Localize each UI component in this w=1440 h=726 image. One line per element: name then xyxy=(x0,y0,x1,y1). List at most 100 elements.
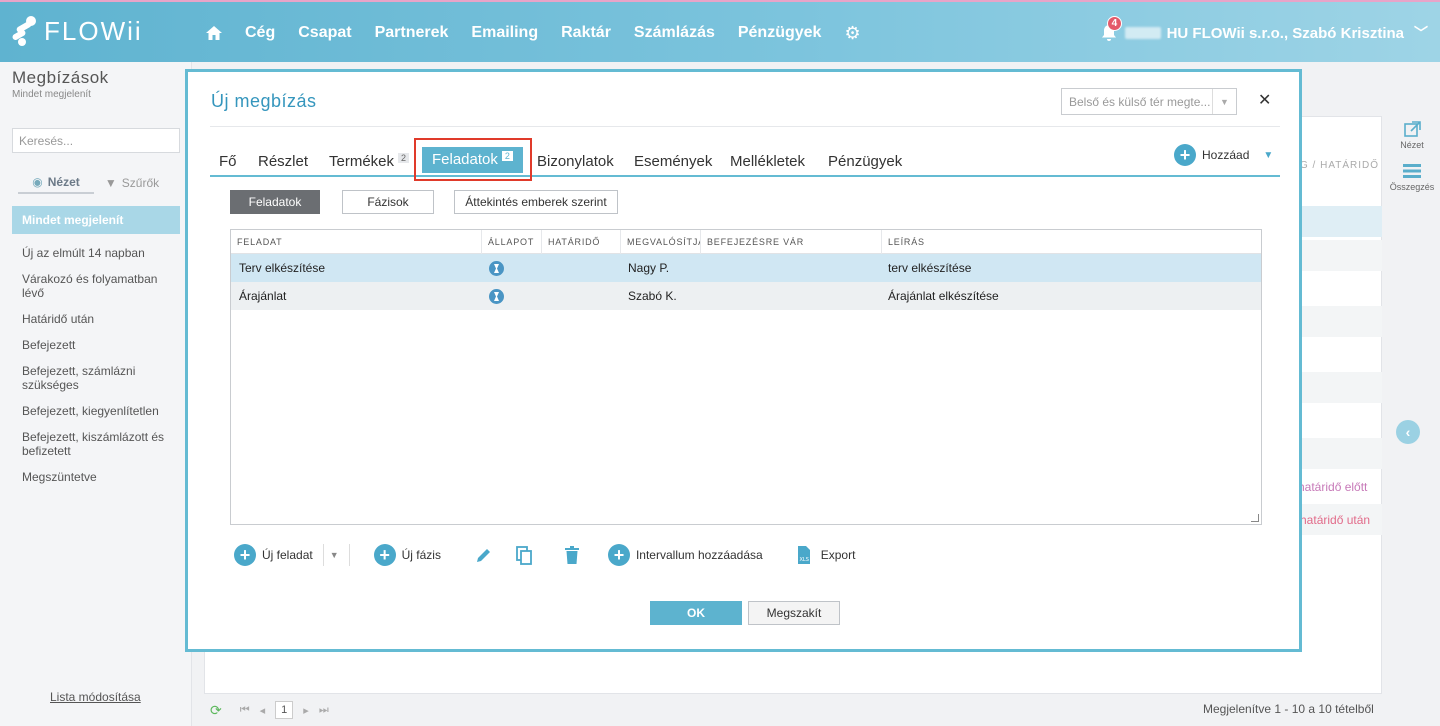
nav-item-penzugyek[interactable]: Pénzügyek xyxy=(738,24,822,42)
tab-szurok[interactable]: ▼ Szűrők xyxy=(94,172,170,194)
table-row[interactable]: Terv elkészítése Nagy P. terv elkészítés… xyxy=(231,254,1261,282)
chevron-down-icon[interactable]: ▼ xyxy=(322,544,339,566)
sidebar-item-pending[interactable]: Várakozó és folyamatban lévő xyxy=(12,266,180,306)
tab-bizonylatok[interactable]: Bizonylatok xyxy=(537,153,614,170)
hourglass-icon xyxy=(489,289,504,304)
ok-button[interactable]: OK xyxy=(650,601,742,625)
task-description: terv elkészítése xyxy=(888,261,972,275)
add-interval-button[interactable]: + Intervallum hozzáadása xyxy=(607,544,763,566)
plus-icon: + xyxy=(607,544,630,566)
sidebar-item-invoiced-paid[interactable]: Befejezett, kiszámlázott és befizetett xyxy=(12,424,180,464)
bell-icon[interactable]: 4 xyxy=(1101,16,1123,42)
tab-reszlet[interactable]: Részlet xyxy=(258,153,308,170)
export-button[interactable]: XLS Export xyxy=(795,545,855,565)
sidebar-item-overdue[interactable]: Határidő után xyxy=(12,306,180,332)
chevron-left-icon[interactable]: ‹ xyxy=(1396,420,1420,444)
nav-item-csapat[interactable]: Csapat xyxy=(298,24,351,42)
copy-icon[interactable] xyxy=(514,545,534,565)
refresh-icon[interactable]: ⟳ xyxy=(210,702,222,719)
tab-penzugyek[interactable]: Pénzügyek xyxy=(828,153,902,170)
sidebar-item-cancelled[interactable]: Megszüntetve xyxy=(12,464,180,490)
pencil-icon[interactable] xyxy=(474,545,494,565)
chevron-down-icon[interactable]: ﹀ xyxy=(1414,23,1428,43)
redacted-block xyxy=(1124,27,1161,39)
resize-handle[interactable] xyxy=(1251,514,1259,522)
notification-badge: 4 xyxy=(1106,16,1123,31)
prev-page-icon[interactable]: ◂ xyxy=(260,704,266,717)
tab-count: 2 xyxy=(398,153,410,163)
external-link-icon xyxy=(1401,120,1423,138)
trash-icon[interactable] xyxy=(562,545,582,565)
first-page-icon[interactable]: ⏮ xyxy=(240,704,250,717)
sidebar-item-unpaid[interactable]: Befejezett, kiegyenlítetlen xyxy=(12,398,180,424)
close-icon[interactable]: ✕ xyxy=(1258,90,1271,110)
tab-label: Pénzügyek xyxy=(828,153,903,170)
nav-item-szamlazas[interactable]: Számlázás xyxy=(634,24,715,42)
project-select[interactable]: Belső és külső tér megte... ▼ xyxy=(1061,88,1237,115)
tasks-toolbar: + Új feladat ▼ + Új fázis + Intervallum … xyxy=(234,542,855,568)
table-row[interactable]: Árajánlat Szabó K. Árajánlat elkészítése xyxy=(231,282,1261,310)
column-header[interactable]: ÁLLAPOT xyxy=(482,230,542,254)
nav-item-ceg[interactable]: Cég xyxy=(245,24,275,42)
next-page-icon[interactable]: ▸ xyxy=(303,704,309,717)
user-menu[interactable]: 4 HU FLOWii s.r.o., Szabó Krisztina ﹀ xyxy=(1101,2,1428,64)
add-interval-label: Intervallum hozzáadása xyxy=(635,548,763,562)
tab-nezet[interactable]: ◉ Nézet xyxy=(18,172,94,194)
xls-file-icon: XLS xyxy=(795,545,815,565)
logo[interactable]: FLOWii xyxy=(11,13,143,49)
sidebar-item-to-invoice[interactable]: Befejezett, számlázni szükséges xyxy=(12,358,180,398)
summary-tool[interactable]: Összegzés xyxy=(1384,162,1440,192)
sidebar-item-new-14-days[interactable]: Új az elmúlt 14 napban xyxy=(12,240,180,266)
chevron-down-icon: ▼ xyxy=(1212,89,1236,114)
modal-tabs: Fő Részlet Termékek 2 Feladatok 2 Bizonyla… xyxy=(210,147,1280,177)
new-phase-label: Új fázis xyxy=(401,548,441,562)
tab-label: Részlet xyxy=(258,153,309,170)
segment-tasks[interactable]: Feladatok xyxy=(230,190,320,214)
sidebar: Megbízások Mindet megjelenít Keresés... … xyxy=(0,62,192,726)
tab-label: Bizonylatok xyxy=(537,153,614,170)
gear-icon[interactable]: ⚙ xyxy=(844,23,860,44)
tab-fo[interactable]: Fő xyxy=(219,153,237,170)
new-phase-button[interactable]: + Új fázis xyxy=(373,544,441,566)
page-number[interactable]: 1 xyxy=(275,701,294,719)
search-input[interactable]: Keresés... xyxy=(12,128,180,153)
deadline-note: határidő előtt xyxy=(1298,480,1368,494)
task-deadline xyxy=(542,282,621,310)
new-task-button[interactable]: + Új feladat xyxy=(234,544,313,566)
column-header[interactable]: HATÁRIDŐ xyxy=(542,230,621,254)
hourglass-icon xyxy=(489,261,504,276)
sidebar-item-finished[interactable]: Befejezett xyxy=(12,332,180,358)
column-header-fragment: G / HATÁRIDŐ xyxy=(1300,160,1380,171)
nav-item-emailing[interactable]: Emailing xyxy=(471,24,538,42)
tab-label: Szűrők xyxy=(121,176,160,190)
chevron-down-icon[interactable]: ▼ xyxy=(1263,150,1273,161)
task-deadline xyxy=(542,254,621,282)
flowii-logo-icon xyxy=(11,16,38,46)
summary-tool-label: Összegzés xyxy=(1389,182,1435,192)
column-header[interactable]: MEGVALÓSÍTJA xyxy=(621,230,701,254)
logo-text: FLOWii xyxy=(44,15,143,46)
task-description: Árajánlat elkészítése xyxy=(888,289,999,303)
plus-icon: + xyxy=(234,544,256,566)
column-header[interactable]: BEFEJEZÉSRE VÁR xyxy=(701,230,882,254)
edit-list-link[interactable]: Lista módosítása xyxy=(50,690,141,704)
tab-mellekletek[interactable]: Mellékletek xyxy=(730,153,805,170)
column-header[interactable]: LEÍRÁS xyxy=(882,230,1261,254)
nav-item-raktar[interactable]: Raktár xyxy=(561,24,611,42)
view-tool[interactable]: Nézet xyxy=(1384,120,1440,150)
divider xyxy=(210,126,1280,127)
home-icon[interactable] xyxy=(205,24,223,42)
user-name: HU FLOWii s.r.o., Szabó Krisztina xyxy=(1166,24,1404,42)
task-owner: Nagy P. xyxy=(628,261,670,275)
add-button[interactable]: + Hozzáad ▼ xyxy=(1174,144,1273,166)
tab-termekek[interactable]: Termékek 2 xyxy=(329,153,410,170)
sidebar-item-all[interactable]: Mindet megjelenít xyxy=(12,206,180,234)
nav-item-partnerek[interactable]: Partnerek xyxy=(375,24,449,42)
tab-esemenyek[interactable]: Események xyxy=(634,153,712,170)
column-header[interactable]: FELADAT xyxy=(231,230,482,254)
last-page-icon[interactable]: ⏭ xyxy=(319,704,329,717)
project-select-value: Belső és külső tér megte... xyxy=(1069,95,1211,109)
segment-people-overview[interactable]: Áttekintés emberek szerint xyxy=(454,190,618,214)
segment-phases[interactable]: Fázisok xyxy=(342,190,434,214)
cancel-button[interactable]: Megszakít xyxy=(748,601,840,625)
